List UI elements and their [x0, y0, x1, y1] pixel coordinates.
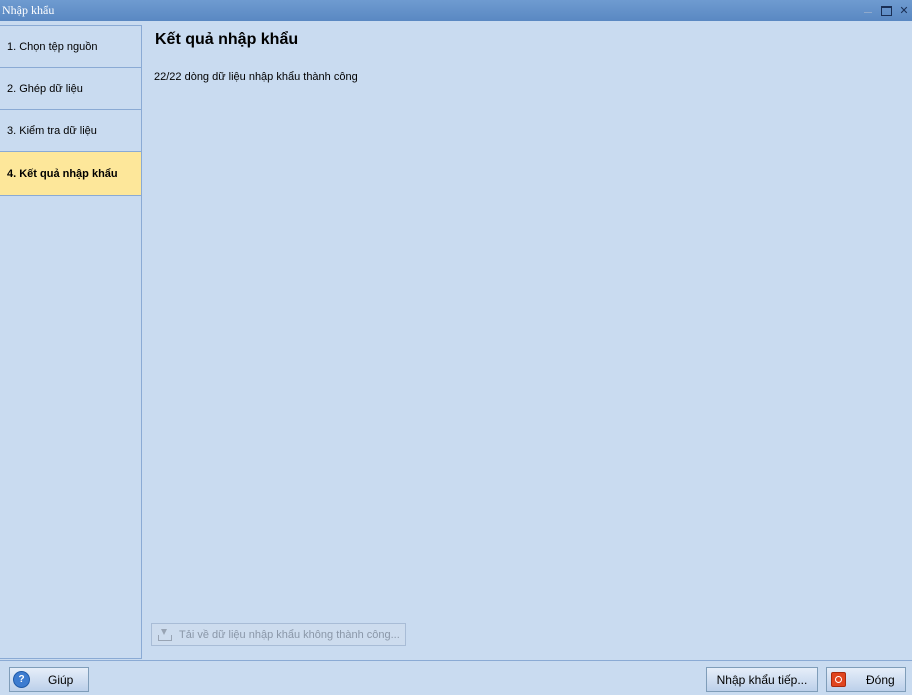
power-icon — [831, 672, 846, 687]
close-icon: ✕ — [899, 4, 909, 17]
maximize-button[interactable] — [878, 3, 894, 19]
close-label: Đóng — [866, 672, 895, 687]
minimize-icon — [864, 12, 872, 13]
minimize-button[interactable] — [860, 3, 876, 19]
import-next-label: Nhập khẩu tiếp... — [716, 672, 808, 687]
help-button[interactable]: ? Giúp — [9, 667, 89, 692]
help-label: Giúp — [48, 672, 74, 687]
main-panel: Kết quả nhập khẩu 22/22 dòng dữ liệu nhậ… — [143, 25, 912, 659]
maximize-icon — [880, 5, 892, 16]
window-titlebar: Nhập khẩu ✕ — [0, 0, 912, 21]
import-result-message: 22/22 dòng dữ liệu nhập khẩu thành công — [154, 71, 358, 83]
close-button[interactable]: Đóng — [826, 667, 906, 692]
step-map-data[interactable]: 2. Ghép dữ liệu — [0, 68, 141, 110]
help-icon: ? — [13, 671, 30, 688]
close-window-button[interactable]: ✕ — [896, 3, 912, 19]
wizard-steps-sidebar: 1. Chọn tệp nguồn 2. Ghép dữ liệu 3. Kiể… — [0, 25, 142, 659]
import-next-button[interactable]: Nhập khẩu tiếp... — [706, 667, 818, 692]
window-title: Nhập khẩu — [2, 3, 55, 17]
step-validate-data[interactable]: 3. Kiểm tra dữ liệu — [0, 110, 141, 152]
download-failed-data-button[interactable]: Tải về dữ liệu nhập khẩu không thành côn… — [151, 623, 406, 646]
step-choose-source[interactable]: 1. Chọn tệp nguồn — [0, 26, 141, 68]
window-controls: ✕ — [858, 0, 912, 21]
footer-bar: ? Giúp Nhập khẩu tiếp... Đóng — [0, 660, 912, 695]
step-import-result[interactable]: 4. Kết quả nhập khẩu — [0, 152, 141, 196]
page-title: Kết quả nhập khẩu — [155, 31, 299, 48]
download-icon — [157, 628, 172, 641]
download-failed-data-label: Tải về dữ liệu nhập khẩu không thành côn… — [179, 628, 400, 641]
